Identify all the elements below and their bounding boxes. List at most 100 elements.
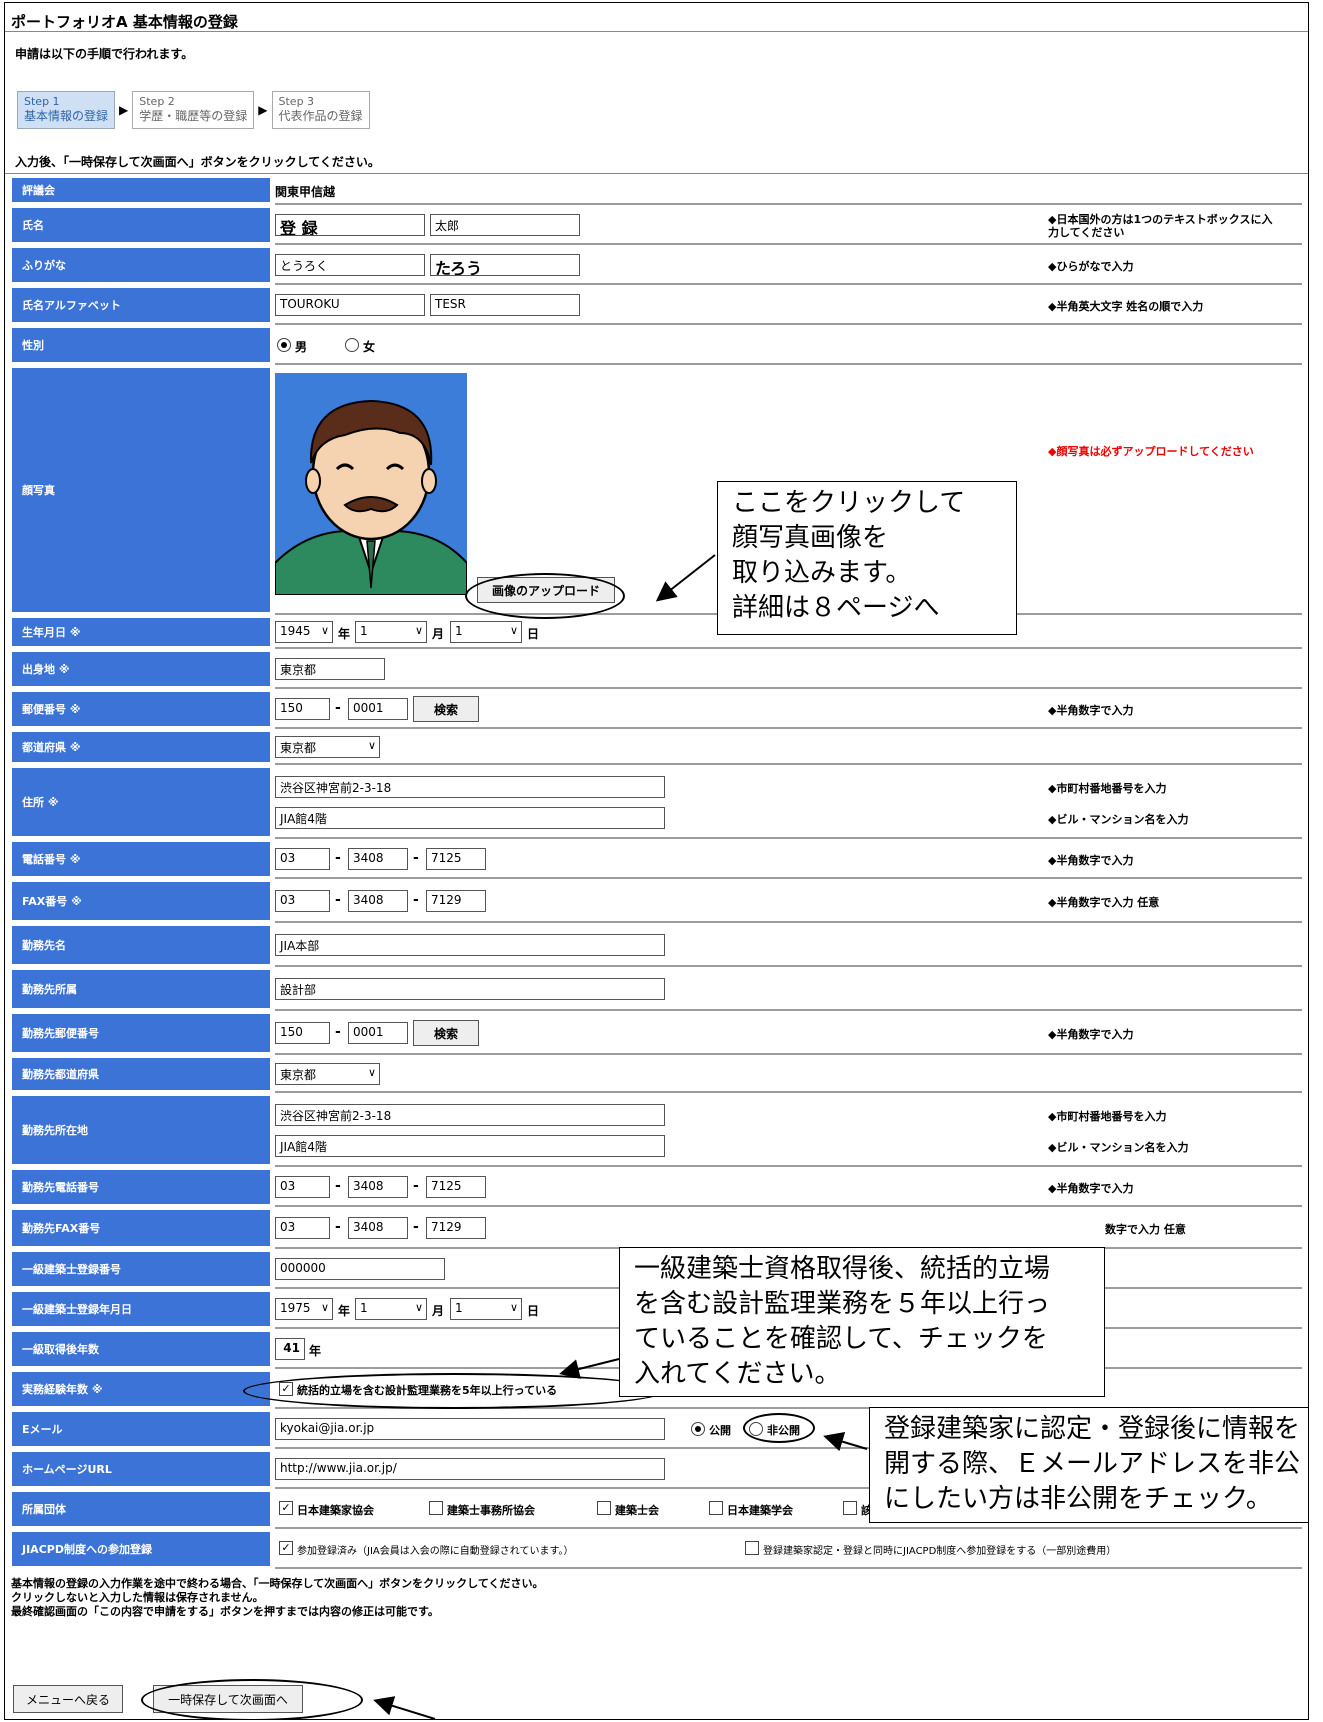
row-birthplace: 出身地 ※ 東京都	[5, 649, 1308, 689]
jiacpd-new-checkbox[interactable]	[745, 1541, 759, 1555]
zip-search-button[interactable]: 検索	[413, 696, 479, 722]
fax2-input[interactable]: 3408	[348, 890, 408, 912]
tel3-input[interactable]: 7125	[426, 848, 486, 870]
company-fax1-input[interactable]: 03	[275, 1217, 330, 1239]
company-tel2-input[interactable]: 3408	[348, 1176, 408, 1198]
dash: -	[413, 1219, 419, 1235]
org-kai-checkbox[interactable]	[597, 1501, 611, 1515]
org-aij-checkbox[interactable]	[709, 1501, 723, 1515]
label-fax: FAX番号 ※	[12, 882, 270, 920]
zip2-input[interactable]: 0001	[348, 698, 408, 720]
dept-input[interactable]: 設計部	[275, 978, 665, 1000]
chevron-down-icon: ∨	[320, 624, 329, 637]
day-unit: 日	[527, 1304, 540, 1318]
org-office-checkbox[interactable]	[429, 1501, 443, 1515]
furigana-first-input[interactable]: たろう	[430, 254, 580, 276]
step-2: Step 2 学歴・職歴等の登録	[132, 91, 255, 129]
label-company-fax: 勤務先FAX番号	[12, 1210, 270, 1246]
furigana-last-input[interactable]: とうろく	[275, 254, 425, 276]
company-pref-value: 東京都	[280, 1068, 317, 1082]
fax3-input[interactable]: 7129	[426, 890, 486, 912]
label-company-pref: 勤務先都道府県	[12, 1058, 270, 1090]
chevron-down-icon: ∨	[414, 1301, 423, 1314]
tel2-input[interactable]: 3408	[348, 848, 408, 870]
callout-career-line: 一級建築士資格取得後、統括的立場	[634, 1254, 1051, 1284]
step-arrow-icon: ▶	[258, 103, 268, 117]
pref-select[interactable]: 東京都 ∨	[275, 736, 380, 758]
chevron-down-icon: ∨	[414, 624, 423, 637]
address1-input[interactable]: 渋谷区神宮前2-3-18	[275, 776, 665, 798]
hint-company-fax: 数字で入力 任意	[1105, 1223, 1186, 1236]
hint-furigana: ◆ひらがなで入力	[1048, 260, 1134, 273]
label-kenchiku-date: 一級建築士登録年月日	[12, 1292, 270, 1326]
birth-day-select[interactable]: 1 ∨	[450, 621, 522, 643]
chevron-down-icon: ∨	[509, 1301, 518, 1314]
kenchiku-month-select[interactable]: 1 ∨	[355, 1298, 427, 1320]
first-name-input[interactable]: 太郎	[430, 214, 580, 236]
jiacpd-registered-checkbox[interactable]: ✓	[279, 1541, 293, 1555]
zip1-input[interactable]: 150	[275, 698, 330, 720]
address2-input[interactable]: JIA館4階	[275, 807, 665, 829]
divider	[5, 31, 1308, 32]
step-arrow-icon: ▶	[119, 103, 129, 117]
company-tel3-input[interactable]: 7125	[426, 1176, 486, 1198]
company-input[interactable]: JIA本部	[275, 934, 665, 956]
step-indicator: Step 1 基本情報の登録 ▶ Step 2 学歴・職歴等の登録 ▶ Step…	[17, 91, 370, 129]
label-name: 氏名	[12, 208, 270, 242]
fax1-input[interactable]: 03	[275, 890, 330, 912]
step-1-label: 基本情報の登録	[24, 109, 109, 123]
tel1-input[interactable]: 03	[275, 848, 330, 870]
company-address1-input[interactable]: 渋谷区神宮前2-3-18	[275, 1104, 665, 1126]
gender-female-radio[interactable]	[345, 338, 359, 352]
label-tel: 電話番号 ※	[12, 842, 270, 876]
callout-photo-line: ここをクリックして	[732, 488, 966, 518]
birth-year-select[interactable]: 1945 ∨	[275, 621, 333, 643]
company-address2-input[interactable]: JIA館4階	[275, 1135, 665, 1157]
company-fax3-input[interactable]: 7129	[426, 1217, 486, 1239]
email-public-radio[interactable]	[691, 1422, 705, 1436]
company-zip-search-button[interactable]: 検索	[413, 1020, 479, 1046]
kenchiku-year-select[interactable]: 1975 ∨	[275, 1298, 333, 1320]
chevron-down-icon: ∨	[320, 1301, 329, 1314]
dash: -	[335, 700, 341, 716]
company-zip2-input[interactable]: 0001	[348, 1022, 408, 1044]
label-org: 所属団体	[12, 1492, 270, 1526]
portfolio-form-page: ポートフォリオA 基本情報の登録 申請は以下の手順で行われます。 Step 1 …	[4, 2, 1309, 1720]
kenchiku-no-input[interactable]: 000000	[275, 1258, 445, 1280]
birthplace-input[interactable]: 東京都	[275, 658, 385, 680]
page-title: ポートフォリオA 基本情報の登録	[11, 13, 238, 31]
back-to-menu-button[interactable]: メニューへ戻る	[13, 1685, 123, 1713]
company-zip1-input[interactable]: 150	[275, 1022, 330, 1044]
dash: -	[413, 1178, 419, 1194]
step-1-num: Step 1	[24, 95, 60, 108]
callout-photo-line: 詳細は８ページへ	[732, 593, 940, 623]
company-tel1-input[interactable]: 03	[275, 1176, 330, 1198]
gender-male-radio[interactable]	[277, 338, 291, 352]
company-fax2-input[interactable]: 3408	[348, 1217, 408, 1239]
chevron-down-icon: ∨	[509, 624, 518, 637]
company-pref-select[interactable]: 東京都 ∨	[275, 1063, 380, 1085]
row-company: 勤務先名 JIA本部	[5, 923, 1308, 967]
row-company-tel: 勤務先電話番号 03 - 3408 - 7125 ◆半角数字で入力	[5, 1167, 1308, 1207]
dash: -	[335, 1219, 341, 1235]
hp-input[interactable]: http://www.jia.or.jp/	[275, 1458, 665, 1480]
birth-month-select[interactable]: 1 ∨	[355, 621, 427, 643]
branch-value: 関東甲信越	[275, 185, 336, 199]
org-aij-label: 日本建築学会	[727, 1504, 793, 1517]
hint-zip: ◆半角数字で入力	[1048, 704, 1134, 717]
label-zip: 郵便番号 ※	[12, 692, 270, 726]
dash: -	[335, 1024, 341, 1040]
alpha-first-input[interactable]: TESR	[430, 294, 580, 316]
birth-day-value: 1	[455, 624, 463, 638]
org-none-checkbox[interactable]	[843, 1501, 857, 1515]
org-jia-label: 日本建築家協会	[297, 1504, 374, 1517]
org-jia-checkbox[interactable]: ✓	[279, 1501, 293, 1515]
label-birthplace: 出身地 ※	[12, 652, 270, 686]
alpha-last-input[interactable]: TOUROKU	[275, 294, 425, 316]
callout-email: 登録建築家に認定・登録後に情報を 開する際、Ｅメールアドレスを非公 にしたい方は…	[869, 1407, 1308, 1523]
email-input[interactable]: kyokai@jia.or.jp	[275, 1418, 665, 1440]
kenchiku-day-select[interactable]: 1 ∨	[450, 1298, 522, 1320]
last-name-input[interactable]: 登 録	[275, 214, 425, 236]
email-public-label: 公開	[709, 1424, 731, 1437]
chevron-down-icon: ∨	[367, 739, 376, 752]
